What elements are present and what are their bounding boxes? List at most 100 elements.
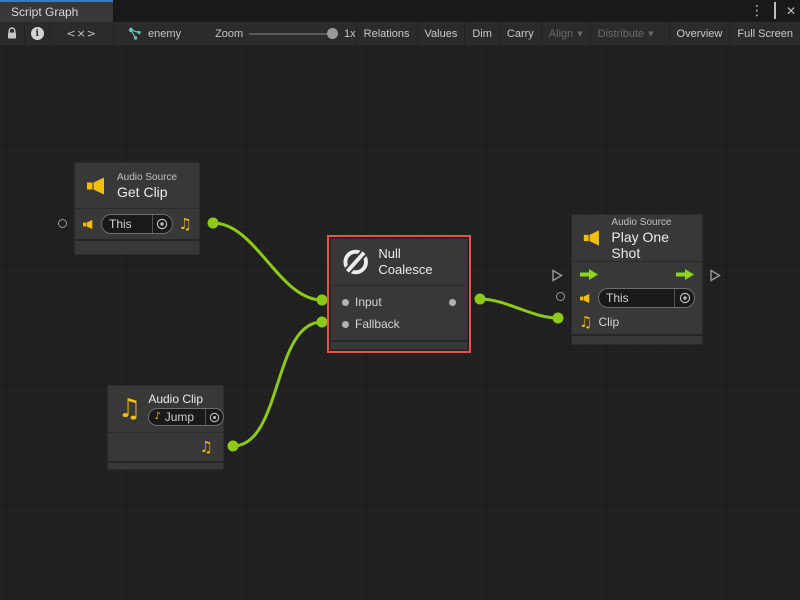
null-coalesce-title: Null Coalesce bbox=[378, 246, 457, 278]
port-null-output-connected[interactable] bbox=[475, 294, 486, 305]
tab-title: Script Graph bbox=[11, 5, 78, 19]
get-clip-target-row: This ♫ bbox=[75, 209, 199, 239]
note-mini-icon: ♪ bbox=[149, 412, 160, 422]
audio-clip-header[interactable]: ♫ Audio Clip ♪ Jump bbox=[108, 386, 223, 432]
port-flow-out-triangle[interactable] bbox=[709, 269, 721, 282]
play-target-field[interactable]: This bbox=[598, 288, 695, 308]
play-target-value: This bbox=[599, 291, 674, 305]
flow-in-arrow-icon bbox=[579, 268, 599, 281]
object-picker-icon[interactable] bbox=[153, 218, 172, 230]
audio-clip-variable-value: Jump bbox=[161, 410, 206, 424]
graph-toolbar: i <×> enemy Zoom 1x Relations Values Dim… bbox=[0, 22, 800, 45]
graph-icon bbox=[128, 27, 142, 41]
audio-source-mini-icon bbox=[82, 218, 95, 231]
lock-icon bbox=[6, 27, 18, 40]
clip-row: ♫ Clip bbox=[572, 310, 702, 334]
play-one-shot-category: Audio Source bbox=[611, 216, 692, 229]
info-icon: i bbox=[31, 27, 44, 40]
zoom-label: Zoom bbox=[215, 28, 243, 40]
window-menu-icon[interactable]: ⋮ bbox=[750, 4, 764, 18]
audio-clip-title: Audio Clip bbox=[148, 392, 224, 406]
relations-button[interactable]: Relations bbox=[356, 22, 417, 45]
port-flow-in-triangle[interactable] bbox=[551, 269, 563, 282]
dim-button[interactable]: Dim bbox=[464, 22, 499, 45]
get-clip-category: Audio Source bbox=[117, 171, 177, 184]
code-preview-button[interactable]: <×> bbox=[50, 22, 114, 45]
get-clip-target-field[interactable]: This bbox=[101, 214, 173, 234]
zoom-slider-track bbox=[249, 33, 338, 35]
audio-source-mini-icon bbox=[579, 292, 592, 305]
port-input-dot[interactable] bbox=[342, 299, 349, 306]
play-target-row: This bbox=[572, 286, 702, 310]
node-null-coalesce[interactable]: Null Coalesce Input Fallback bbox=[330, 238, 468, 350]
play-one-shot-footer bbox=[572, 334, 702, 344]
align-button: Align▼ bbox=[541, 22, 590, 45]
wire-getclip-to-input[interactable] bbox=[213, 223, 322, 300]
wire-output-to-clip[interactable] bbox=[480, 299, 558, 318]
full-screen-button[interactable]: Full Screen bbox=[729, 22, 800, 45]
maximize-icon[interactable] bbox=[774, 5, 776, 17]
null-input-row: Input bbox=[331, 291, 467, 313]
audio-source-icon bbox=[85, 174, 109, 198]
graph-canvas[interactable]: Audio Source Get Clip This ♫ bbox=[0, 45, 800, 600]
dropdown-arrow-icon: ▼ bbox=[577, 30, 582, 38]
info-button[interactable]: i bbox=[25, 22, 50, 45]
node-get-clip[interactable]: Audio Source Get Clip This ♫ bbox=[74, 162, 200, 255]
maximize-box bbox=[774, 2, 776, 19]
audioclip-output-icon: ♫ bbox=[200, 440, 213, 455]
code-icon: <×> bbox=[66, 27, 97, 40]
flow-out-arrow-icon bbox=[675, 268, 695, 281]
window-controls: ⋮ ✕ bbox=[750, 0, 796, 22]
zoom-slider-handle[interactable] bbox=[327, 28, 338, 39]
get-clip-title: Get Clip bbox=[117, 184, 177, 200]
audioclip-output-icon: ♫ bbox=[179, 217, 192, 232]
zoom-value: 1x bbox=[344, 28, 356, 40]
wire-audioclip-to-fallback[interactable] bbox=[233, 322, 322, 446]
null-coalesce-ports: Input Fallback bbox=[331, 286, 467, 340]
get-clip-footer bbox=[75, 239, 199, 254]
values-button[interactable]: Values bbox=[417, 22, 465, 45]
carry-button[interactable]: Carry bbox=[499, 22, 541, 45]
close-icon[interactable]: ✕ bbox=[786, 5, 796, 17]
play-one-shot-title: Play One Shot bbox=[611, 229, 692, 261]
graph-name: enemy bbox=[148, 28, 181, 40]
null-coalesce-header[interactable]: Null Coalesce bbox=[331, 239, 467, 285]
zoom-slider[interactable] bbox=[249, 22, 338, 45]
overview-button[interactable]: Overview bbox=[669, 22, 730, 45]
null-coalesce-footer bbox=[331, 340, 467, 349]
dropdown-arrow-icon: ▼ bbox=[648, 30, 653, 38]
distribute-button: Distribute▼ bbox=[590, 22, 661, 45]
port-result-dot[interactable] bbox=[449, 299, 456, 306]
get-clip-header[interactable]: Audio Source Get Clip bbox=[75, 163, 199, 208]
lock-button[interactable] bbox=[0, 22, 25, 45]
audioclip-input-icon: ♫ bbox=[579, 315, 592, 330]
graph-breadcrumb[interactable]: enemy bbox=[128, 27, 181, 41]
null-input-label: Input bbox=[355, 295, 382, 309]
object-picker-icon[interactable] bbox=[206, 412, 223, 423]
port-null-fallback-connected[interactable] bbox=[317, 317, 328, 328]
audio-clip-icon: ♫ bbox=[118, 396, 141, 422]
object-picker-icon[interactable] bbox=[675, 292, 694, 304]
audio-clip-variable-field[interactable]: ♪ Jump bbox=[148, 408, 224, 426]
play-one-shot-header[interactable]: Audio Source Play One Shot bbox=[572, 215, 702, 261]
toolbar-buttons: Relations Values Dim Carry Align▼ Distri… bbox=[356, 22, 800, 45]
tab-script-graph[interactable]: Script Graph bbox=[0, 2, 113, 22]
null-fallback-row: Fallback bbox=[331, 313, 467, 335]
port-audioclip-output[interactable] bbox=[228, 441, 239, 452]
port-get-clip-target-input[interactable] bbox=[58, 219, 67, 228]
clip-label: Clip bbox=[598, 315, 619, 329]
audio-clip-footer bbox=[108, 461, 223, 469]
get-clip-target-value: This bbox=[102, 217, 152, 231]
audio-source-icon bbox=[582, 226, 603, 250]
port-play-target-input[interactable] bbox=[556, 292, 565, 301]
port-playoneshot-clip-connected[interactable] bbox=[553, 313, 564, 324]
audio-clip-output-row: ♫ bbox=[108, 433, 223, 461]
port-null-input-connected[interactable] bbox=[317, 295, 328, 306]
node-play-one-shot[interactable]: Audio Source Play One Shot This bbox=[571, 214, 703, 345]
flow-row bbox=[572, 262, 702, 286]
port-getclip-output[interactable] bbox=[208, 218, 219, 229]
null-coalesce-icon bbox=[341, 247, 370, 277]
null-fallback-label: Fallback bbox=[355, 317, 400, 331]
port-fallback-dot[interactable] bbox=[342, 321, 349, 328]
node-audio-clip[interactable]: ♫ Audio Clip ♪ Jump ♫ bbox=[107, 385, 224, 470]
